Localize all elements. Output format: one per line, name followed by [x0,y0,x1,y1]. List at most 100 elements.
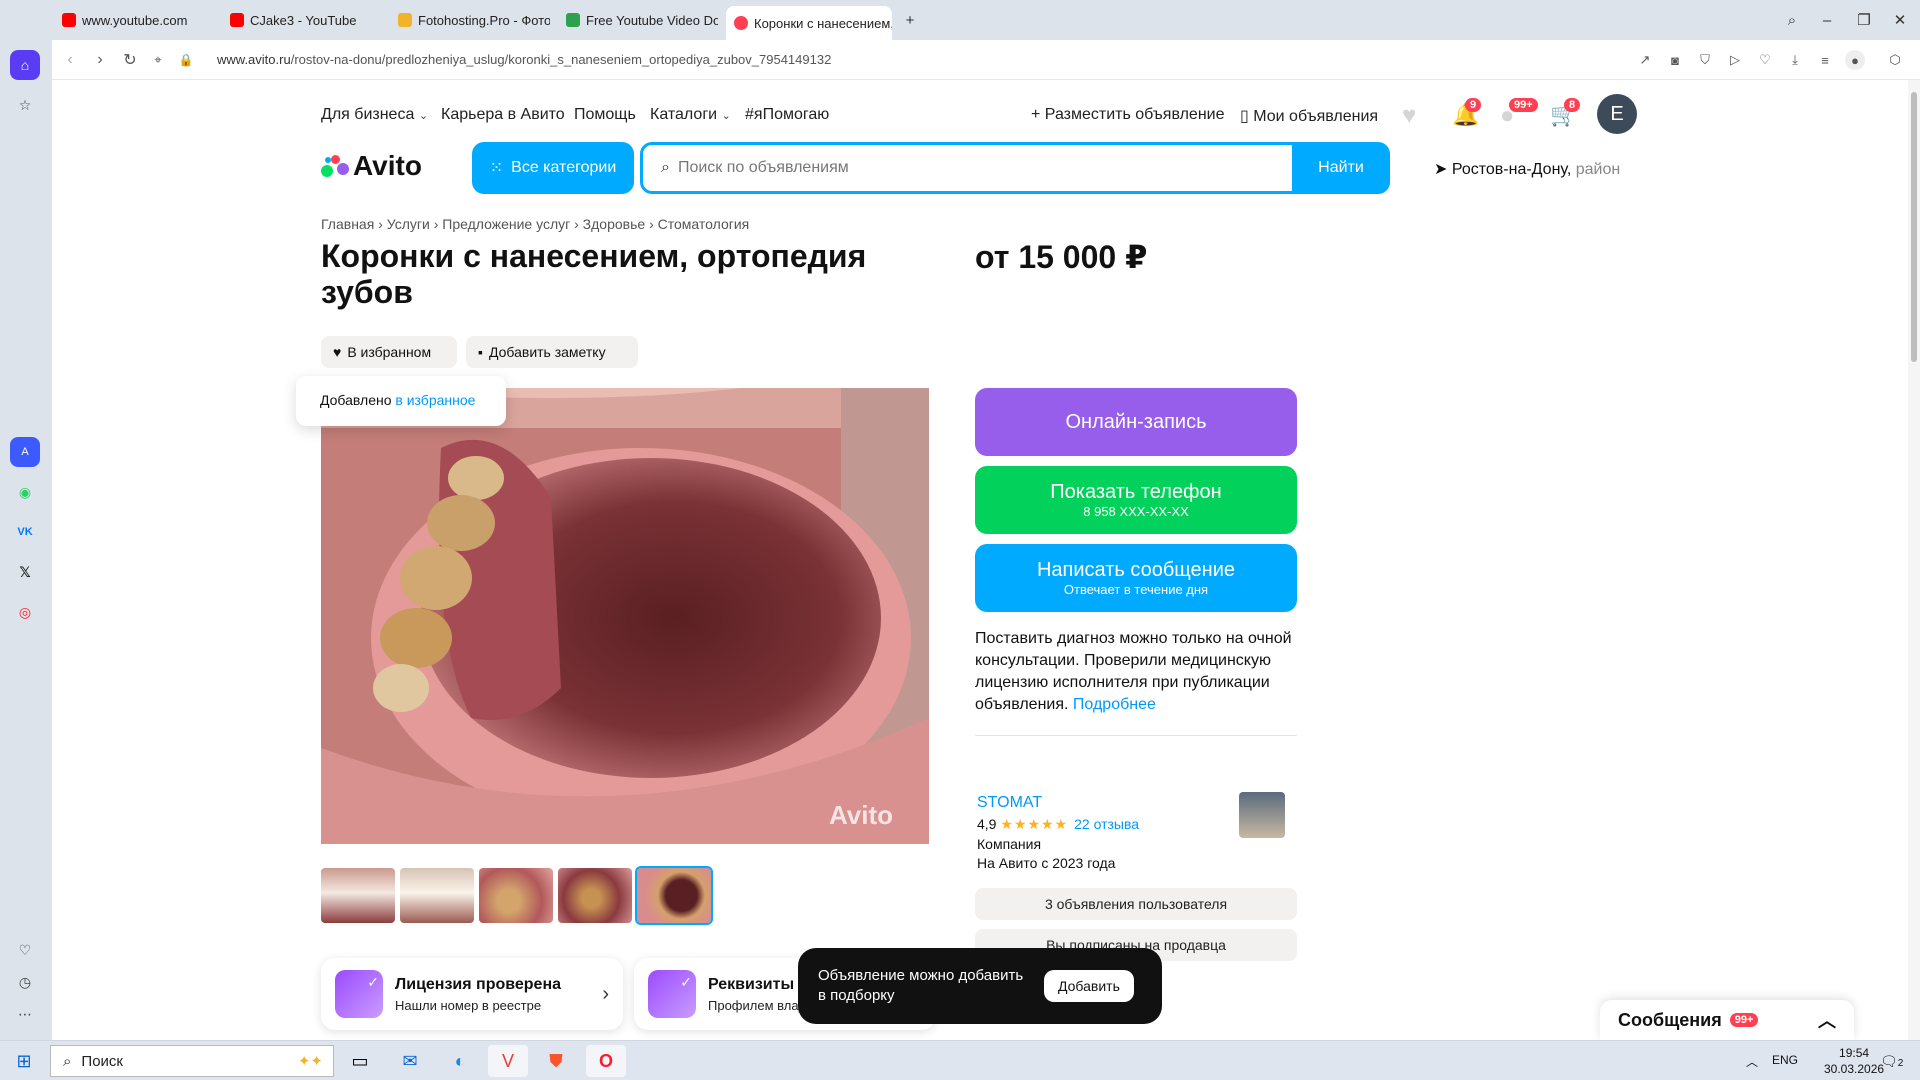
maximize-button[interactable]: ❐ [1852,8,1876,32]
nav-career[interactable]: Карьера в Авито [441,106,565,124]
search-tabs-icon[interactable]: ⌕ [1780,8,1804,32]
write-message-button[interactable]: Написать сообщение Отвечает в течение дня [975,544,1297,612]
shield-icon[interactable]: ⛉ [1695,50,1715,70]
back-button[interactable]: ‹ [58,48,82,72]
edge-icon[interactable]: ◐ [440,1045,480,1077]
nav-catalogs[interactable]: Каталоги ⌄ [650,106,731,124]
scrollbar[interactable] [1908,80,1920,1040]
download-icon[interactable]: ⤓ [1785,50,1805,70]
player-icon[interactable]: ◎ [10,597,40,627]
tray-chevron-icon[interactable]: ︿ [1746,1053,1758,1070]
vivaldi-icon[interactable]: V [488,1045,528,1077]
favorite-tooltip: Добавлено в избранное [296,376,506,426]
thumbnail-2[interactable] [400,868,474,923]
taskbar-search[interactable]: ⌕ Поиск ✦✦ [50,1045,334,1077]
post-ad-link[interactable]: + Разместить объявление [1031,106,1225,124]
main-photo[interactable]: Avito [321,388,929,844]
windows-start-icon[interactable]: ⊞ [4,1045,44,1077]
heart-icon[interactable]: ♡ [10,935,40,965]
nav-ya-pomogayu[interactable]: #яПомогаю [745,106,829,124]
vk-icon[interactable]: VK [10,517,40,547]
seller-avatar[interactable] [1239,792,1285,838]
nav-business[interactable]: Для бизнеса ⌄ [321,106,428,124]
camera-icon[interactable]: ◙ [1665,50,1685,70]
avito-tab-icon [734,16,748,30]
notification-center-icon[interactable]: 🗨2 [1880,1053,1903,1070]
new-tab-button[interactable]: + [898,8,922,32]
online-booking-button[interactable]: Онлайн-запись [975,388,1297,456]
favorites-heart-icon[interactable]: ♥ [1402,102,1416,130]
search-input[interactable]: ⌕ Поиск по объявлениям [640,142,1298,194]
all-categories-button[interactable]: ⁙ Все категории [472,142,634,194]
thumbnail-4[interactable] [558,868,632,923]
close-window-button[interactable]: ✕ [1888,8,1912,32]
thumbnail-5-selected[interactable] [635,866,713,925]
home-icon[interactable]: ⌂ [10,50,40,80]
share-icon[interactable]: ↗ [1635,50,1655,70]
breadcrumb-offers[interactable]: Предложение услуг [442,216,570,232]
breadcrumb-health[interactable]: Здоровье [583,216,646,232]
location-pin-icon[interactable]: ⌖ [146,48,170,72]
easy-setup-icon[interactable]: ≡ [1815,50,1835,70]
more-info-link[interactable]: Подробнее [1073,696,1156,713]
task-view-icon[interactable]: ▭ [340,1045,380,1077]
seller-ads-button[interactable]: 3 объявления пользователя [975,888,1297,920]
tab-bar: www.youtube.com CJake3 - YouTube Fotohos… [0,0,1920,40]
language-indicator[interactable]: ENG [1772,1053,1798,1067]
add-to-collection-button[interactable]: Добавить [1044,970,1134,1002]
tab-cjake3[interactable]: CJake3 - YouTube [222,6,382,34]
my-ads-link[interactable]: ▯ Мои объявления [1240,106,1378,126]
thumbnail-1[interactable] [321,868,395,923]
brave-icon[interactable]: ⛊ [536,1045,576,1077]
favorite-button[interactable]: ♥ В избранном [321,336,457,368]
avito-logo[interactable]: Avito [321,150,422,182]
bookmarks-icon[interactable]: ☆ [10,90,40,120]
avatar[interactable]: E [1597,94,1637,134]
collection-toast: Объявление можно добавить в подборку Доб… [798,948,1162,1024]
forward-button[interactable]: › [88,48,112,72]
chevron-right-icon: › [602,982,609,1005]
opera-icon[interactable]: O [586,1045,626,1077]
minimize-button[interactable]: – [1815,8,1839,32]
tab-video-download[interactable]: Free Youtube Video Down [558,6,718,34]
youtube-icon [230,13,244,27]
x-icon[interactable]: 𝕏 [10,557,40,587]
reviews-link[interactable]: 22 отзыва [1074,816,1139,832]
reload-button[interactable]: ↻ [118,48,142,72]
history-icon[interactable]: ◷ [10,967,40,997]
breadcrumb-home[interactable]: Главная [321,216,374,232]
notifications-badge: 9 [1465,98,1482,112]
location-selector[interactable]: ➤ Ростов-на-Дону, район [1434,159,1620,179]
find-button[interactable]: Найти [1292,142,1390,194]
messages-widget[interactable]: Сообщения 99+ ︿ [1600,1000,1854,1040]
profile-icon[interactable]: ● [1845,50,1865,70]
license-verified-card[interactable]: Лицензия проверена Нашли номер в реестре… [321,958,623,1030]
tab-youtube[interactable]: www.youtube.com [54,6,214,34]
whatsapp-icon[interactable]: ◉ [10,477,40,507]
add-note-button[interactable]: ▪ Добавить заметку [466,336,638,368]
url-field[interactable]: www.avito.ru/rostov-na-donu/predlozheniy… [217,52,831,67]
tab-avito[interactable]: Коронки с нанесением, с✕ [726,6,892,40]
chevron-up-icon[interactable]: ︿ [1818,1007,1836,1033]
star-icons: ★★★★★ [1000,816,1069,832]
play-icon[interactable]: ▷ [1725,50,1745,70]
navigation-arrow-icon: ➤ [1434,161,1448,178]
clock[interactable]: 19:54 30.03.2026 [1824,1045,1884,1077]
favorites-link[interactable]: в избранное [395,392,475,408]
breadcrumb-dentistry[interactable]: Стоматология [658,216,750,232]
aria-icon[interactable]: A [10,437,40,467]
messages-badge: 99+ [1509,98,1538,112]
extensions-icon[interactable]: ⬡ [1885,50,1905,70]
lock-icon[interactable]: 🔒 [174,48,198,72]
favorite-icon[interactable]: ♡ [1755,50,1775,70]
outlook-icon[interactable]: ✉ [390,1045,430,1077]
nav-help[interactable]: Помощь [574,106,636,124]
search-icon: ⌕ [63,1052,72,1070]
seller-name[interactable]: STOMAT [977,794,1042,812]
scrollbar-thumb[interactable] [1911,92,1917,362]
show-phone-button[interactable]: Показать телефон 8 958 XXX-XX-XX [975,466,1297,534]
more-icon[interactable]: ⋯ [10,999,40,1029]
thumbnail-3[interactable] [479,868,553,923]
breadcrumb-services[interactable]: Услуги [387,216,430,232]
tab-fotohosting[interactable]: Fotohosting.Pro - Фотохо [390,6,550,34]
